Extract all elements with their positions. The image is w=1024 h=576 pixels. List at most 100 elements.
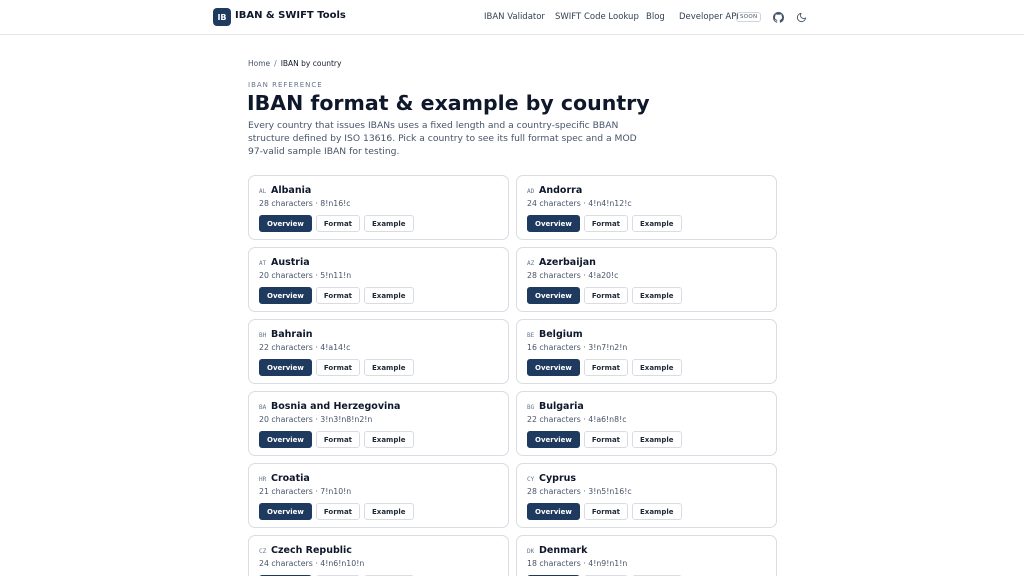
country-code: BE	[527, 332, 535, 339]
country-card: HR Croatia 21 characters · 7!n10!n Overv…	[248, 463, 509, 528]
country-code: AZ	[527, 260, 535, 267]
example-button[interactable]: Example	[632, 503, 682, 520]
format-button[interactable]: Format	[315, 431, 361, 448]
example-button[interactable]: Example	[364, 287, 414, 304]
card-actions: Overview Format Example	[527, 359, 682, 376]
format-button[interactable]: Format	[583, 287, 629, 304]
iban-format-summary: 20 characters · 5!n11!n	[259, 271, 352, 280]
country-card: CY Cyprus 28 characters · 3!n5!n16!c Ove…	[516, 463, 777, 528]
country-name[interactable]: Albania	[271, 185, 311, 196]
section-eyebrow: IBAN REFERENCE	[248, 81, 323, 89]
nav-swift-code-lookup[interactable]: SWIFT Code Lookup	[555, 12, 639, 22]
github-icon[interactable]	[772, 11, 784, 23]
iban-format-summary: 24 characters · 4!n4!n12!c	[527, 199, 632, 208]
top-navigation-bar: IB IBAN & SWIFT Tools IBAN Validator SWI…	[0, 0, 1024, 35]
overview-button[interactable]: Overview	[527, 287, 580, 304]
country-code: AD	[527, 188, 535, 195]
country-code: BH	[259, 332, 267, 339]
iban-format-summary: 24 characters · 4!n6!n10!n	[259, 559, 365, 568]
example-button[interactable]: Example	[632, 359, 682, 376]
card-actions: Overview Format Example	[527, 215, 682, 232]
country-name[interactable]: Azerbaijan	[539, 257, 596, 268]
overview-button[interactable]: Overview	[527, 215, 580, 232]
country-code: CY	[527, 476, 535, 483]
breadcrumb-current: IBAN by country	[280, 59, 342, 68]
country-name[interactable]: Belgium	[539, 329, 583, 340]
page-title: IBAN format & example by country	[247, 91, 650, 115]
country-name[interactable]: Cyprus	[539, 473, 576, 484]
country-code: AL	[259, 188, 267, 195]
country-card: BE Belgium 16 characters · 3!n7!n2!n Ove…	[516, 319, 777, 384]
overview-button[interactable]: Overview	[259, 215, 312, 232]
soon-badge: SOON	[736, 12, 762, 22]
example-button[interactable]: Example	[364, 503, 414, 520]
breadcrumb-separator: /	[274, 59, 277, 68]
iban-format-summary: 21 characters · 7!n10!n	[259, 487, 352, 496]
country-name[interactable]: Bulgaria	[539, 401, 584, 412]
nav-developer-api[interactable]: Developer API	[679, 12, 739, 22]
country-card-grid: AL Albania 28 characters · 8!n16!c Overv…	[248, 175, 777, 576]
example-button[interactable]: Example	[632, 215, 682, 232]
moon-icon[interactable]	[795, 11, 807, 23]
iban-format-summary: 22 characters · 4!a14!c	[259, 343, 351, 352]
iban-format-summary: 20 characters · 3!n3!n8!n2!n	[259, 415, 373, 424]
format-button[interactable]: Format	[315, 215, 361, 232]
iban-format-summary: 28 characters · 3!n5!n16!c	[527, 487, 632, 496]
overview-button[interactable]: Overview	[527, 503, 580, 520]
country-code: AT	[259, 260, 267, 267]
country-card: AL Albania 28 characters · 8!n16!c Overv…	[248, 175, 509, 240]
overview-button[interactable]: Overview	[527, 359, 580, 376]
overview-button[interactable]: Overview	[259, 503, 312, 520]
example-button[interactable]: Example	[364, 215, 414, 232]
breadcrumb: Home / IBAN by country	[248, 59, 341, 68]
card-actions: Overview Format Example	[527, 503, 682, 520]
country-code: DK	[527, 548, 535, 555]
format-button[interactable]: Format	[315, 503, 361, 520]
country-card: AZ Azerbaijan 28 characters · 4!a20!c Ov…	[516, 247, 777, 312]
iban-format-summary: 28 characters · 4!a20!c	[527, 271, 619, 280]
overview-button[interactable]: Overview	[259, 359, 312, 376]
format-button[interactable]: Format	[315, 359, 361, 376]
card-actions: Overview Format Example	[259, 503, 414, 520]
example-button[interactable]: Example	[364, 431, 414, 448]
overview-button[interactable]: Overview	[527, 431, 580, 448]
card-actions: Overview Format Example	[259, 431, 414, 448]
country-card: DK Denmark 18 characters · 4!n9!n1!n Ove…	[516, 535, 777, 576]
country-code: BA	[259, 404, 267, 411]
country-card: AT Austria 20 characters · 5!n11!n Overv…	[248, 247, 509, 312]
country-code: BG	[527, 404, 535, 411]
example-button[interactable]: Example	[364, 359, 414, 376]
country-name[interactable]: Austria	[271, 257, 310, 268]
format-button[interactable]: Format	[583, 215, 629, 232]
card-actions: Overview Format Example	[527, 287, 682, 304]
iban-format-summary: 22 characters · 4!a6!n8!c	[527, 415, 627, 424]
nav-blog[interactable]: Blog	[646, 12, 665, 22]
nav-iban-validator[interactable]: IBAN Validator	[484, 12, 545, 22]
country-card: AD Andorra 24 characters · 4!n4!n12!c Ov…	[516, 175, 777, 240]
format-button[interactable]: Format	[315, 287, 361, 304]
format-button[interactable]: Format	[583, 503, 629, 520]
iban-format-summary: 16 characters · 3!n7!n2!n	[527, 343, 628, 352]
country-name[interactable]: Croatia	[271, 473, 310, 484]
card-actions: Overview Format Example	[259, 215, 414, 232]
example-button[interactable]: Example	[632, 287, 682, 304]
breadcrumb-home-link[interactable]: Home	[248, 59, 270, 68]
country-card: BG Bulgaria 22 characters · 4!a6!n8!c Ov…	[516, 391, 777, 456]
brand-name-link[interactable]: IBAN & SWIFT Tools	[235, 10, 346, 21]
overview-button[interactable]: Overview	[259, 431, 312, 448]
country-name[interactable]: Czech Republic	[271, 545, 352, 556]
logo-badge[interactable]: IB	[213, 8, 231, 26]
country-card: BA Bosnia and Herzegovina 20 characters …	[248, 391, 509, 456]
country-code: CZ	[259, 548, 267, 555]
format-button[interactable]: Format	[583, 431, 629, 448]
country-name[interactable]: Bahrain	[271, 329, 313, 340]
overview-button[interactable]: Overview	[259, 287, 312, 304]
country-name[interactable]: Bosnia and Herzegovina	[271, 401, 400, 412]
country-code: HR	[259, 476, 267, 483]
format-button[interactable]: Format	[583, 359, 629, 376]
country-name[interactable]: Denmark	[539, 545, 587, 556]
country-name[interactable]: Andorra	[539, 185, 582, 196]
country-card: BH Bahrain 22 characters · 4!a14!c Overv…	[248, 319, 509, 384]
example-button[interactable]: Example	[632, 431, 682, 448]
iban-format-summary: 28 characters · 8!n16!c	[259, 199, 351, 208]
